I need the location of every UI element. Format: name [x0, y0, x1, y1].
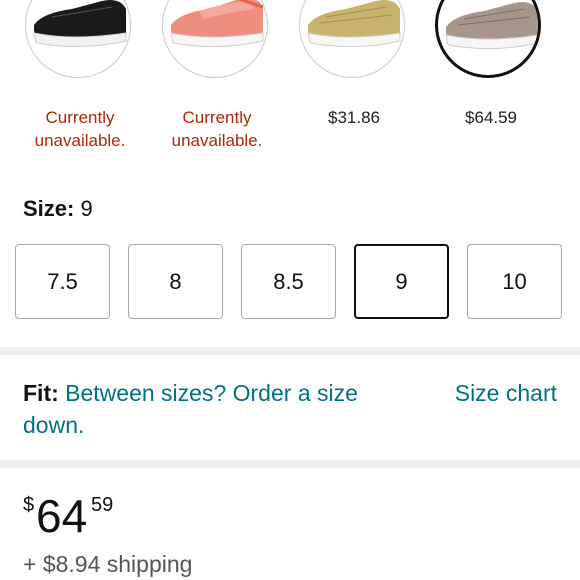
- shoe-image: [307, 0, 401, 48]
- size-option-8[interactable]: 8: [128, 244, 223, 319]
- shoe-image: [170, 0, 264, 48]
- fit-advice-link[interactable]: Between sizes? Order a size down.: [23, 380, 358, 438]
- swatch-taupe[interactable]: [435, 0, 541, 78]
- swatch-price-label: $31.86: [328, 108, 380, 127]
- swatch-coral[interactable]: [162, 0, 268, 78]
- size-option-10[interactable]: 10: [467, 244, 562, 319]
- size-option-9[interactable]: 9: [354, 244, 449, 319]
- swatch-price-label: Currently unavailable.: [34, 108, 126, 150]
- fit-info: Fit: Between sizes? Order a size down.: [23, 377, 383, 441]
- size-chart-link[interactable]: Size chart: [455, 377, 557, 409]
- swatch-price-label: $64.59: [465, 108, 517, 127]
- section-divider: [0, 347, 580, 355]
- color-swatch-row: Currently unavailable. Currently unavail…: [0, 0, 580, 160]
- size-option-8-5[interactable]: 8.5: [241, 244, 336, 319]
- size-option-7-5[interactable]: 7.5: [15, 244, 110, 319]
- shoe-image: [33, 0, 127, 48]
- swatch-gold[interactable]: [299, 0, 405, 78]
- size-label: Size: 9: [23, 196, 93, 222]
- swatch-black[interactable]: [25, 0, 131, 78]
- section-divider: [0, 460, 580, 468]
- swatch-price-label: Currently unavailable.: [171, 108, 263, 150]
- size-label-title: Size:: [23, 196, 75, 221]
- price-whole: 64: [36, 490, 88, 542]
- fit-label: Fit:: [23, 380, 59, 406]
- shoe-image: [445, 2, 538, 50]
- price-fraction: 59: [91, 494, 114, 516]
- size-selected-value: 9: [80, 196, 93, 221]
- price-currency-symbol: $: [23, 494, 35, 516]
- shipping-cost: + $8.94 shipping: [23, 551, 193, 577]
